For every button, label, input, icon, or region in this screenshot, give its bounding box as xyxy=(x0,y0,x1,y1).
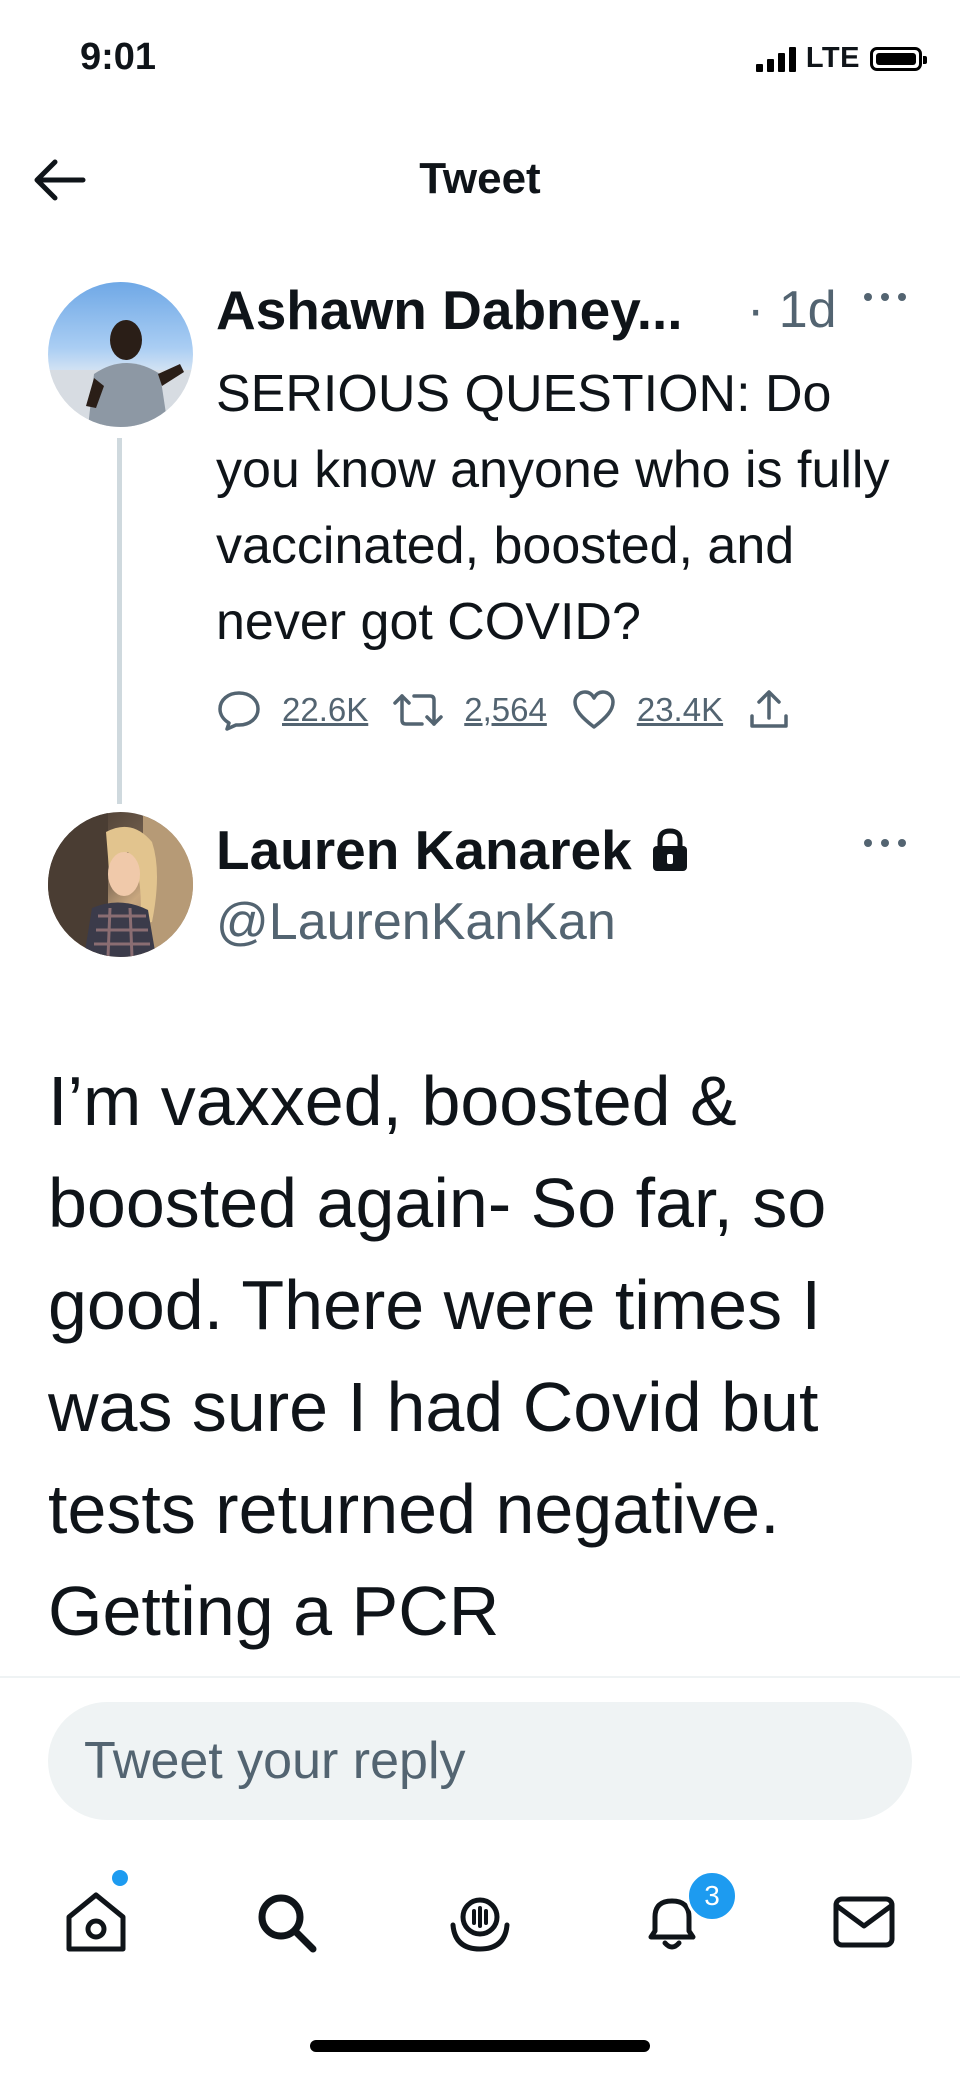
avatar[interactable] xyxy=(48,812,193,957)
reply-action[interactable]: 22.6K xyxy=(216,689,368,731)
reply-icon xyxy=(218,691,260,731)
signal-icon xyxy=(755,46,796,72)
status-time: 9:01 xyxy=(80,36,157,78)
retweet-action[interactable]: 2,564 xyxy=(392,690,547,730)
reply-text: I’m vaxxed, boosted & boosted again- So … xyxy=(48,1062,827,1650)
avatar-photo xyxy=(48,812,193,957)
reply-count: 22.6K xyxy=(282,691,369,728)
lock-icon xyxy=(652,828,687,871)
avatar-photo xyxy=(48,320,193,427)
retweet-icon xyxy=(393,694,443,726)
home-unread-dot xyxy=(112,1870,128,1886)
share-action[interactable] xyxy=(747,688,791,732)
network-type: LTE xyxy=(805,42,860,74)
author-handle[interactable]: @LaurenKanKan xyxy=(216,892,616,952)
status-indicators: LTE xyxy=(755,42,927,75)
battery-icon xyxy=(870,46,927,71)
heart-icon xyxy=(573,690,615,729)
author-name-text: Lauren Kanarek xyxy=(216,819,632,881)
home-indicator[interactable] xyxy=(310,2040,650,2052)
nav-search[interactable] xyxy=(246,1882,326,1962)
spaces-icon xyxy=(450,1897,510,1952)
avatar[interactable] xyxy=(48,282,193,427)
author-name[interactable]: Ashawn Dabney... xyxy=(216,278,683,342)
divider xyxy=(0,1676,960,1678)
retweet-count: 2,564 xyxy=(464,691,547,728)
home-icon xyxy=(66,1892,126,1952)
search-icon xyxy=(258,1894,317,1953)
like-count: 23.4K xyxy=(636,691,724,728)
more-icon xyxy=(864,293,906,301)
page-title: Tweet xyxy=(419,154,541,203)
tweet-actions: 22.6K 2,564 23.4K xyxy=(216,688,791,732)
mail-icon xyxy=(833,1896,895,1948)
reply-input[interactable]: Tweet your reply xyxy=(48,1702,912,1820)
thread-line xyxy=(117,438,122,804)
more-icon xyxy=(864,839,906,847)
nav-messages[interactable] xyxy=(824,1882,904,1962)
reply-placeholder: Tweet your reply xyxy=(84,1732,466,1790)
more-options-button[interactable] xyxy=(862,836,908,854)
notification-badge: 3 xyxy=(686,1870,738,1922)
more-options-button[interactable] xyxy=(862,290,908,308)
nav-home[interactable] xyxy=(56,1882,136,1962)
nav-spaces[interactable] xyxy=(440,1882,520,1962)
tweet-text: SERIOUS QUESTION: Do you know anyone who… xyxy=(216,365,890,651)
share-icon xyxy=(750,690,788,728)
tweet-age: · 1d xyxy=(747,281,837,339)
like-action[interactable]: 23.4K xyxy=(571,689,723,731)
author-name[interactable]: Lauren Kanarek xyxy=(216,818,690,882)
